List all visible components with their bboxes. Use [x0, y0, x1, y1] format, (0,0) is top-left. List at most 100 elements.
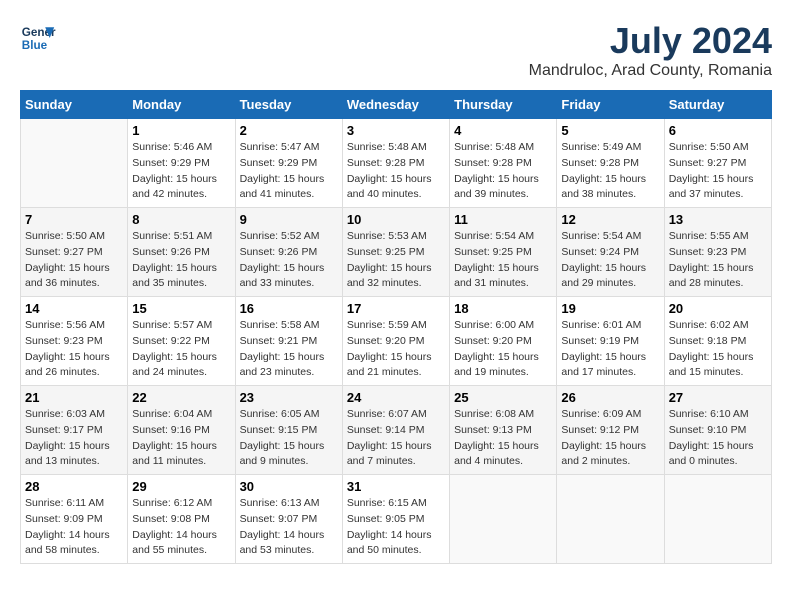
calendar-cell: 28Sunrise: 6:11 AMSunset: 9:09 PMDayligh…	[21, 475, 128, 564]
calendar-cell: 6 Sunrise: 5:50 AMSunset: 9:27 PMDaylight…	[664, 119, 771, 208]
day-info: Sunrise: 5:50 AMSunset: 9:27 PMDaylight:…	[25, 229, 123, 292]
day-info: Sunrise: 6:03 AMSunset: 9:17 PMDaylight:…	[25, 407, 123, 470]
calendar-cell: 7 Sunrise: 5:50 AMSunset: 9:27 PMDaylight…	[21, 208, 128, 297]
calendar-cell: 26Sunrise: 6:09 AMSunset: 9:12 PMDayligh…	[557, 386, 664, 475]
day-info: Sunrise: 6:00 AMSunset: 9:20 PMDaylight:…	[454, 318, 552, 381]
calendar-cell: 10 Sunrise: 5:53 AMSunset: 9:25 PMDayligh…	[342, 208, 449, 297]
calendar-cell: 5 Sunrise: 5:49 AMSunset: 9:28 PMDaylight…	[557, 119, 664, 208]
day-number: 16	[240, 301, 338, 316]
calendar-cell: 25 Sunrise: 6:08 AMSunset: 9:13 PMDayligh…	[450, 386, 557, 475]
calendar-cell: 24 Sunrise: 6:07 AMSunset: 9:14 PMDayligh…	[342, 386, 449, 475]
day-number: 24	[347, 390, 445, 405]
weekday-header-tuesday: Tuesday	[235, 91, 342, 119]
main-title: July 2024	[529, 20, 772, 62]
day-info: Sunrise: 6:02 AMSunset: 9:18 PMDaylight:…	[669, 318, 767, 381]
day-number: 7	[25, 212, 123, 227]
calendar-cell: 11 Sunrise: 5:54 AMSunset: 9:25 PMDayligh…	[450, 208, 557, 297]
day-info: Sunrise: 5:52 AMSunset: 9:26 PMDaylight:…	[240, 229, 338, 292]
calendar-cell: 17 Sunrise: 5:59 AMSunset: 9:20 PMDayligh…	[342, 297, 449, 386]
weekday-header-friday: Friday	[557, 91, 664, 119]
day-number: 10	[347, 212, 445, 227]
day-number: 18	[454, 301, 552, 316]
day-number: 17	[347, 301, 445, 316]
day-number: 5	[561, 123, 659, 138]
day-number: 11	[454, 212, 552, 227]
logo: General Blue	[20, 20, 56, 56]
day-info: Sunrise: 5:59 AMSunset: 9:20 PMDaylight:…	[347, 318, 445, 381]
day-info: Sunrise: 5:54 AMSunset: 9:25 PMDaylight:…	[454, 229, 552, 292]
calendar-cell: 27 Sunrise: 6:10 AMSunset: 9:10 PMDayligh…	[664, 386, 771, 475]
day-info: Sunrise: 6:13 AMSunset: 9:07 PMDaylight:…	[240, 496, 338, 559]
calendar-cell: 21 Sunrise: 6:03 AMSunset: 9:17 PMDayligh…	[21, 386, 128, 475]
calendar-cell: 20 Sunrise: 6:02 AMSunset: 9:18 PMDayligh…	[664, 297, 771, 386]
weekday-header-monday: Monday	[128, 91, 235, 119]
day-number: 14	[25, 301, 123, 316]
calendar-cell: 8 Sunrise: 5:51 AMSunset: 9:26 PMDaylight…	[128, 208, 235, 297]
logo-icon: General Blue	[20, 20, 56, 56]
day-info: Sunrise: 6:15 AMSunset: 9:05 PMDaylight:…	[347, 496, 445, 559]
title-section: July 2024 Mandruloc, Arad County, Romani…	[529, 20, 772, 80]
day-number: 27	[669, 390, 767, 405]
day-info: Sunrise: 6:05 AMSunset: 9:15 PMDaylight:…	[240, 407, 338, 470]
week-row-1: 1Sunrise: 5:46 AMSunset: 9:29 PMDaylight…	[21, 119, 772, 208]
day-number: 19	[561, 301, 659, 316]
day-info: Sunrise: 5:56 AMSunset: 9:23 PMDaylight:…	[25, 318, 123, 381]
day-number: 30	[240, 479, 338, 494]
week-row-3: 14 Sunrise: 5:56 AMSunset: 9:23 PMDayligh…	[21, 297, 772, 386]
week-row-2: 7 Sunrise: 5:50 AMSunset: 9:27 PMDaylight…	[21, 208, 772, 297]
day-number: 21	[25, 390, 123, 405]
weekday-header-saturday: Saturday	[664, 91, 771, 119]
week-row-5: 28Sunrise: 6:11 AMSunset: 9:09 PMDayligh…	[21, 475, 772, 564]
day-number: 9	[240, 212, 338, 227]
day-number: 15	[132, 301, 230, 316]
day-number: 29	[132, 479, 230, 494]
calendar-cell: 12Sunrise: 5:54 AMSunset: 9:24 PMDayligh…	[557, 208, 664, 297]
calendar-cell: 2Sunrise: 5:47 AMSunset: 9:29 PMDaylight…	[235, 119, 342, 208]
day-number: 6	[669, 123, 767, 138]
weekday-header-row: SundayMondayTuesdayWednesdayThursdayFrid…	[21, 91, 772, 119]
day-info: Sunrise: 6:04 AMSunset: 9:16 PMDaylight:…	[132, 407, 230, 470]
calendar-cell: 19 Sunrise: 6:01 AMSunset: 9:19 PMDayligh…	[557, 297, 664, 386]
day-info: Sunrise: 6:07 AMSunset: 9:14 PMDaylight:…	[347, 407, 445, 470]
weekday-header-wednesday: Wednesday	[342, 91, 449, 119]
calendar-cell	[664, 475, 771, 564]
calendar-cell	[557, 475, 664, 564]
calendar-cell: 3Sunrise: 5:48 AMSunset: 9:28 PMDaylight…	[342, 119, 449, 208]
day-number: 2	[240, 123, 338, 138]
day-info: Sunrise: 5:55 AMSunset: 9:23 PMDaylight:…	[669, 229, 767, 292]
calendar-cell: 14 Sunrise: 5:56 AMSunset: 9:23 PMDayligh…	[21, 297, 128, 386]
week-row-4: 21 Sunrise: 6:03 AMSunset: 9:17 PMDayligh…	[21, 386, 772, 475]
day-number: 8	[132, 212, 230, 227]
calendar-cell: 9 Sunrise: 5:52 AMSunset: 9:26 PMDaylight…	[235, 208, 342, 297]
calendar-table: SundayMondayTuesdayWednesdayThursdayFrid…	[20, 90, 772, 564]
day-number: 13	[669, 212, 767, 227]
day-number: 12	[561, 212, 659, 227]
svg-text:Blue: Blue	[22, 39, 48, 52]
day-info: Sunrise: 5:51 AMSunset: 9:26 PMDaylight:…	[132, 229, 230, 292]
calendar-cell: 31Sunrise: 6:15 AMSunset: 9:05 PMDayligh…	[342, 475, 449, 564]
calendar-cell	[450, 475, 557, 564]
day-info: Sunrise: 5:58 AMSunset: 9:21 PMDaylight:…	[240, 318, 338, 381]
calendar-cell: 4 Sunrise: 5:48 AMSunset: 9:28 PMDaylight…	[450, 119, 557, 208]
calendar-cell: 15Sunrise: 5:57 AMSunset: 9:22 PMDayligh…	[128, 297, 235, 386]
subtitle: Mandruloc, Arad County, Romania	[529, 62, 772, 80]
calendar-cell: 29Sunrise: 6:12 AMSunset: 9:08 PMDayligh…	[128, 475, 235, 564]
day-info: Sunrise: 5:46 AMSunset: 9:29 PMDaylight:…	[132, 140, 230, 203]
day-info: Sunrise: 5:49 AMSunset: 9:28 PMDaylight:…	[561, 140, 659, 203]
day-info: Sunrise: 5:48 AMSunset: 9:28 PMDaylight:…	[454, 140, 552, 203]
day-info: Sunrise: 5:50 AMSunset: 9:27 PMDaylight:…	[669, 140, 767, 203]
day-info: Sunrise: 5:53 AMSunset: 9:25 PMDaylight:…	[347, 229, 445, 292]
day-info: Sunrise: 6:10 AMSunset: 9:10 PMDaylight:…	[669, 407, 767, 470]
day-number: 4	[454, 123, 552, 138]
day-number: 25	[454, 390, 552, 405]
weekday-header-sunday: Sunday	[21, 91, 128, 119]
day-number: 20	[669, 301, 767, 316]
calendar-cell: 23 Sunrise: 6:05 AMSunset: 9:15 PMDayligh…	[235, 386, 342, 475]
calendar-cell: 1Sunrise: 5:46 AMSunset: 9:29 PMDaylight…	[128, 119, 235, 208]
day-info: Sunrise: 6:08 AMSunset: 9:13 PMDaylight:…	[454, 407, 552, 470]
day-info: Sunrise: 6:09 AMSunset: 9:12 PMDaylight:…	[561, 407, 659, 470]
day-number: 28	[25, 479, 123, 494]
day-number: 23	[240, 390, 338, 405]
calendar-cell	[21, 119, 128, 208]
day-info: Sunrise: 6:01 AMSunset: 9:19 PMDaylight:…	[561, 318, 659, 381]
